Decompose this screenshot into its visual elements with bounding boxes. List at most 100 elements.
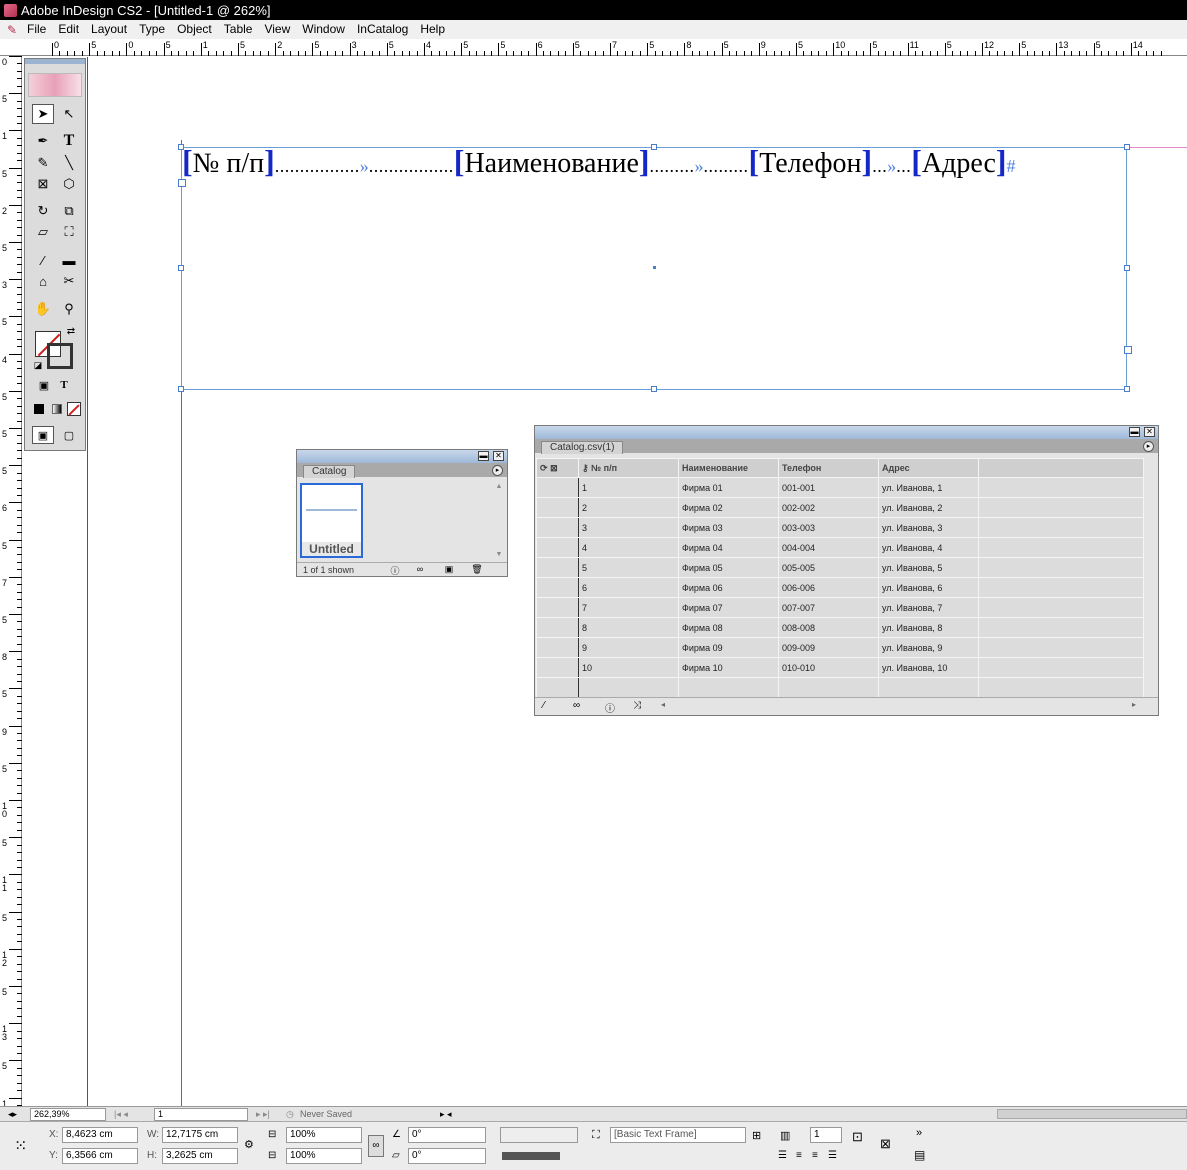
menu-type[interactable]: Type (133, 20, 171, 39)
menu-file[interactable]: File (21, 20, 52, 39)
hand-tool-icon[interactable]: ✋ (32, 299, 54, 319)
close-icon[interactable]: ✕ (1144, 427, 1155, 437)
table-cell[interactable]: Фирма 08 (678, 617, 779, 638)
more-options-icon[interactable]: » (916, 1127, 922, 1139)
x-field[interactable]: 8,4623 cm (62, 1127, 138, 1143)
apply-color-icon[interactable] (34, 404, 44, 414)
table-cell[interactable]: 7 (578, 597, 679, 618)
table-row[interactable]: 3 Фирма 03 003-003 ул. Иванова, 3 (536, 517, 1144, 538)
out-port[interactable] (1124, 346, 1132, 354)
table-cell[interactable]: 004-004 (778, 537, 879, 558)
table-cell[interactable]: 8 (578, 617, 679, 638)
align-top-icon[interactable]: ☰ (778, 1150, 787, 1161)
table-cell[interactable]: Фирма 10 (678, 657, 779, 678)
table-cell[interactable]: 10 (578, 657, 679, 678)
table-cell[interactable]: Фирма 02 (678, 497, 779, 518)
default-fill-stroke-icon[interactable]: ◪ (32, 359, 44, 371)
menu-help[interactable]: Help (414, 20, 451, 39)
table-cell[interactable]: ул. Иванова, 10 (878, 657, 979, 678)
fit-frame-icon[interactable]: ⊡ (852, 1129, 863, 1145)
rotate-tool-icon[interactable]: ↻ (32, 201, 54, 221)
butterfly-icon[interactable]: ✎ (3, 22, 21, 37)
table-cell[interactable]: 008-008 (778, 617, 879, 638)
polygon-tool-icon[interactable]: ⬡ (58, 174, 80, 194)
table-row[interactable]: 5 Фирма 05 005-005 ул. Иванова, 5 (536, 557, 1144, 578)
table-cell[interactable]: 4 (578, 537, 679, 558)
table-cell[interactable]: Фирма 03 (678, 517, 779, 538)
info-icon[interactable]: ⓘ (389, 564, 401, 576)
constrain-proportions-icon[interactable]: ⚙ (244, 1138, 254, 1151)
panel-titlebar[interactable]: ▬ ✕ (535, 426, 1158, 439)
menu-object[interactable]: Object (171, 20, 218, 39)
table-row[interactable]: 7 Фирма 07 007-007 ул. Иванова, 7 (536, 597, 1144, 618)
table-row[interactable]: 4 Фирма 04 004-004 ул. Иванова, 4 (536, 537, 1144, 558)
apply-none-icon[interactable] (67, 402, 81, 416)
table-cell[interactable]: ул. Иванова, 1 (878, 477, 979, 498)
status-menu-icon[interactable]: ▸ ◂ (440, 1109, 460, 1120)
shear-tool-icon[interactable]: ▱ (32, 222, 54, 242)
shear-field[interactable]: 0° (408, 1148, 486, 1164)
type-tool-icon[interactable]: T (58, 131, 80, 151)
column-header[interactable]: Адрес (878, 458, 979, 478)
table-row[interactable]: 1 Фирма 01 001-001 ул. Иванова, 1 (536, 477, 1144, 498)
table-cell[interactable]: 002-002 (778, 497, 879, 518)
column-header[interactable]: Наименование (678, 458, 779, 478)
table-cell[interactable]: ул. Иванова, 3 (878, 517, 979, 538)
panel-menu-icon[interactable]: ▸ (492, 465, 503, 476)
table-cell[interactable]: Фирма 06 (678, 577, 779, 598)
columns-field[interactable]: 1 (810, 1127, 842, 1143)
panel-menu-icon[interactable]: ▸ (1143, 441, 1154, 452)
table-cell[interactable]: 003-003 (778, 517, 879, 538)
frame-handle-bl[interactable] (178, 386, 184, 392)
table-cell[interactable]: 2 (578, 497, 679, 518)
first-prev-page-icon[interactable]: |◂ ◂ (114, 1109, 154, 1120)
minimize-icon[interactable]: ▬ (478, 451, 489, 461)
minimize-icon[interactable]: ▬ (1129, 427, 1140, 437)
scale-tool-icon[interactable]: ⧉ (58, 201, 80, 221)
reference-point-icon[interactable]: ⁙ (14, 1136, 27, 1156)
frame-handle-bc[interactable] (651, 386, 657, 392)
table-cell[interactable]: 6 (578, 577, 679, 598)
table-cell[interactable]: ул. Иванова, 7 (878, 597, 979, 618)
table-row[interactable]: 6 Фирма 06 006-006 ул. Иванова, 6 (536, 577, 1144, 598)
line-tool-icon[interactable]: ╲ (58, 153, 80, 173)
tab-catalog-csv[interactable]: Catalog.csv(1) (541, 441, 624, 454)
vertical-ruler[interactable]: 051525354555657585951 051 151 251 351 4 (0, 56, 22, 1129)
scroll-down-icon[interactable]: ▼ (494, 551, 504, 558)
pencil-tool-icon[interactable]: ✎ (32, 153, 54, 173)
table-cell[interactable]: 5 (578, 557, 679, 578)
table-row[interactable]: 9 Фирма 09 009-009 ул. Иванова, 9 (536, 637, 1144, 658)
width-field[interactable]: 12,7175 cm (162, 1127, 238, 1143)
object-style-select[interactable]: [Basic Text Frame] (610, 1127, 746, 1143)
document-icon[interactable]: ▤ (914, 1148, 925, 1162)
eyedropper-tool-icon[interactable]: ⁄ (32, 250, 54, 270)
table-cell[interactable]: ул. Иванова, 9 (878, 637, 979, 658)
normal-view-mode-icon[interactable]: ▣ (32, 426, 54, 444)
column-header[interactable]: ⚷ № п/п (578, 458, 679, 478)
nav-arrows-icon[interactable]: ◂▸ (8, 1109, 30, 1120)
catalog-thumbnail[interactable]: Untitled (300, 483, 363, 558)
formatting-text-icon[interactable]: T (55, 377, 73, 393)
formatting-container-icon[interactable]: ▣ (35, 377, 53, 393)
height-field[interactable]: 3,2625 cm (162, 1148, 238, 1164)
in-port[interactable] (178, 179, 186, 187)
refresh-icon[interactable]: ⟳ (540, 463, 548, 473)
table-row[interactable]: 8 Фирма 08 008-008 ул. Иванова, 8 (536, 617, 1144, 638)
table-cell[interactable]: ул. Иванова, 5 (878, 557, 979, 578)
gradient-tool-icon[interactable]: ▬ (58, 250, 80, 270)
scroll-right-icon[interactable]: ▸ (1132, 700, 1136, 709)
frame-handle-tc[interactable] (651, 144, 657, 150)
pen-tool-icon[interactable]: ✒ (32, 131, 54, 151)
stroke-weight-field[interactable] (500, 1127, 578, 1143)
info-icon[interactable]: ⓘ (605, 700, 615, 715)
horizontal-ruler[interactable]: 0 5 0 5 1 5 2 5 3 5 4 5 5 6 5 7 5 8 5 9 5 10 5 11 5 12 5 13 5 14 (0, 39, 1187, 56)
rotation-field[interactable]: 0° (408, 1127, 486, 1143)
new-item-icon[interactable]: ▣ (443, 564, 455, 574)
vertical-scrollbar[interactable]: ▲ ▼ (494, 483, 504, 558)
preview-mode-icon[interactable]: ▢ (58, 426, 80, 444)
rectangle-frame-tool-icon[interactable]: ⊠ (32, 174, 54, 194)
table-row[interactable]: 10 Фирма 10 010-010 ул. Иванова, 10 (536, 657, 1144, 678)
text-frame-options-icon[interactable]: ⊞ (752, 1129, 761, 1142)
scroll-left-icon[interactable]: ◂ (661, 700, 665, 709)
close-icon[interactable]: ✕ (493, 451, 504, 461)
